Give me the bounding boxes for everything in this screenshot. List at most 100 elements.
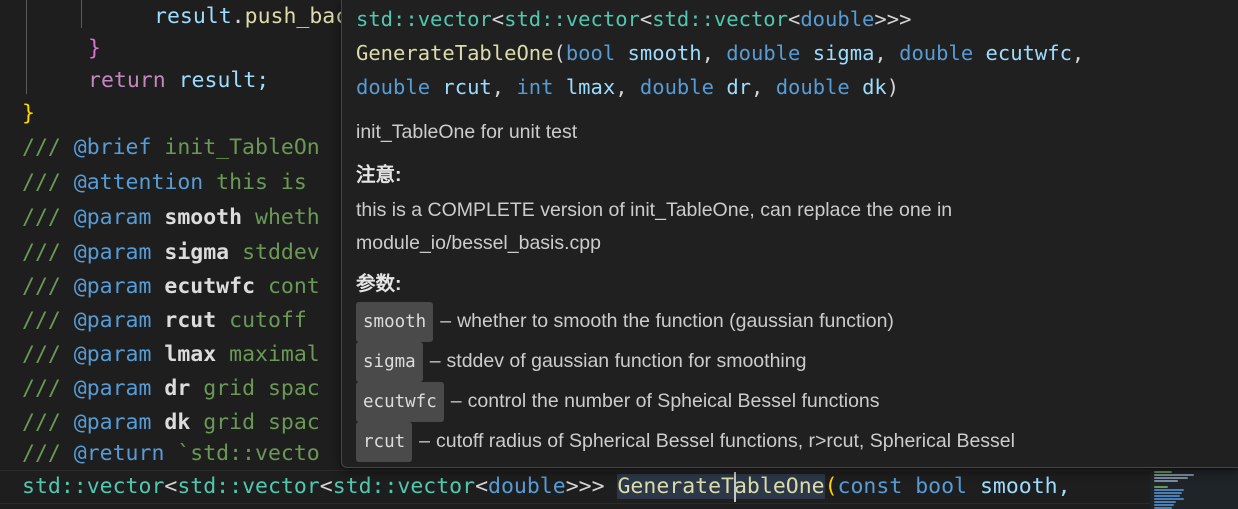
code-line[interactable]: }	[0, 32, 101, 66]
highlighted-word[interactable]: GenerateTableOne	[617, 474, 825, 499]
hover-param-row: smooth – whether to smooth the function (g…	[356, 302, 1224, 342]
code-token: bool	[915, 474, 980, 499]
code-token: lmax	[565, 75, 616, 99]
code-token: <	[491, 7, 505, 31]
code-line[interactable]: }	[0, 97, 35, 131]
code-token: ,	[874, 41, 900, 65]
code-token: result;	[178, 68, 270, 93]
code-line[interactable]: /// @attention this is	[0, 166, 307, 200]
code-token: ///	[22, 274, 74, 299]
minimap[interactable]	[1150, 470, 1238, 509]
code-line[interactable]: /// @param sigma stddev	[0, 236, 320, 270]
code-token: grid spac	[190, 376, 320, 401]
minimap-row	[1154, 486, 1168, 488]
code-token: ,	[751, 75, 776, 99]
code-token: double	[726, 41, 813, 65]
code-token: ///	[22, 410, 74, 435]
code-line[interactable]: /// @param smooth wheth	[0, 201, 320, 235]
code-token: @attention	[73, 170, 204, 195]
code-token: ,	[491, 75, 517, 99]
code-line[interactable]: /// @param ecutwfc cont	[0, 270, 320, 304]
code-token: dk	[862, 75, 887, 99]
code-token: std::vector	[504, 7, 640, 31]
code-token: >>>	[565, 474, 618, 499]
hover-tooltip[interactable]: std::vector<std::vector<std::vector<doub…	[341, 0, 1238, 468]
code-line[interactable]: /// @param dr grid spac	[0, 372, 320, 406]
code-token: (	[824, 474, 838, 499]
minimap-row	[1154, 471, 1172, 473]
code-token: smooth	[164, 205, 243, 230]
code-token: this is	[203, 170, 307, 195]
text-caret	[734, 472, 736, 502]
code-line[interactable]: result.push_bac	[0, 0, 348, 34]
code-token: smooth,	[979, 474, 1071, 499]
code-token: ///	[22, 240, 74, 265]
code-token: double	[639, 75, 727, 99]
code-token: ///	[22, 308, 74, 333]
param-name-chip: smooth	[356, 302, 434, 342]
minimap-row	[1154, 498, 1184, 500]
code-token: @param	[73, 376, 152, 401]
param-dash: –	[450, 390, 462, 412]
code-token: ///	[22, 441, 74, 466]
code-line[interactable]: /// @brief init_TableOn	[0, 131, 320, 165]
param-description: cutoff radius of Spherical Bessel functi…	[436, 430, 1015, 452]
code-line[interactable]: return result;	[0, 64, 269, 98]
code-token: grid spac	[190, 410, 320, 435]
code-token: dk	[164, 410, 191, 435]
code-token: double	[800, 7, 875, 31]
code-token: result	[154, 4, 232, 29]
code-token: ///	[22, 170, 74, 195]
code-token: sigma	[164, 240, 230, 265]
code-token: double	[899, 41, 986, 65]
code-token: @return	[73, 441, 165, 466]
code-token: >>>	[874, 7, 912, 31]
code-token: ///	[22, 205, 74, 230]
code-token: maximal	[216, 342, 320, 367]
code-token: dr	[726, 75, 751, 99]
code-token: smooth	[627, 41, 702, 65]
code-token: bool	[565, 41, 628, 65]
param-name-chip: sigma	[356, 342, 423, 382]
code-token: stddev	[229, 240, 320, 265]
param-description: whether to smooth the function (gaussian…	[457, 310, 894, 332]
hover-documentation: init_TableOne for unit test 注意: this is …	[342, 111, 1238, 462]
param-dash: –	[419, 430, 431, 452]
code-token: return	[88, 68, 179, 93]
code-token: wheth	[242, 205, 320, 230]
param-description: control the number of Spheical Bessel fu…	[467, 390, 880, 412]
code-token: double	[775, 75, 863, 99]
code-token: sigma	[812, 41, 875, 65]
code-token: @brief	[73, 135, 152, 160]
code-token: std::vector	[22, 474, 165, 499]
code-token: ,	[1071, 41, 1085, 65]
code-token: )	[886, 75, 900, 99]
code-token: rcut	[442, 75, 492, 99]
code-token: std::vector	[356, 7, 492, 31]
code-token: @param	[73, 410, 152, 435]
code-token: double	[356, 75, 443, 99]
code-token: cutoff	[216, 308, 307, 333]
param-description: stddev of gaussian function for smoothin…	[446, 350, 807, 372]
code-line[interactable]: /// @param dk grid spac	[0, 406, 320, 440]
code-line[interactable]: /// @param rcut cutoff	[0, 304, 307, 338]
code-token: cont	[255, 274, 320, 299]
hover-brief: init_TableOne for unit test	[356, 121, 578, 143]
hover-param-row: sigma – stddev of gaussian function for sm…	[356, 342, 1224, 382]
code-token: @param	[73, 205, 152, 230]
code-line[interactable]: /// @param lmax maximal	[0, 338, 320, 372]
code-token: GenerateTableOne	[356, 41, 554, 65]
code-token: @param	[73, 308, 152, 333]
code-line[interactable]: /// @return `std::vecto	[0, 437, 320, 471]
hover-param-row: rcut – cutoff radius of Spherical Bessel f…	[356, 422, 1224, 462]
minimap-row	[1154, 495, 1180, 497]
minimap-row	[1154, 489, 1184, 491]
code-token: ecutwfc	[985, 41, 1072, 65]
active-line-code[interactable]: std::vector<std::vector<std::vector<doub…	[0, 470, 1071, 504]
code-token: <	[164, 474, 178, 499]
code-token: @param	[73, 274, 152, 299]
hover-param-row: ecutwfc – control the number of Spheical B…	[356, 382, 1224, 422]
